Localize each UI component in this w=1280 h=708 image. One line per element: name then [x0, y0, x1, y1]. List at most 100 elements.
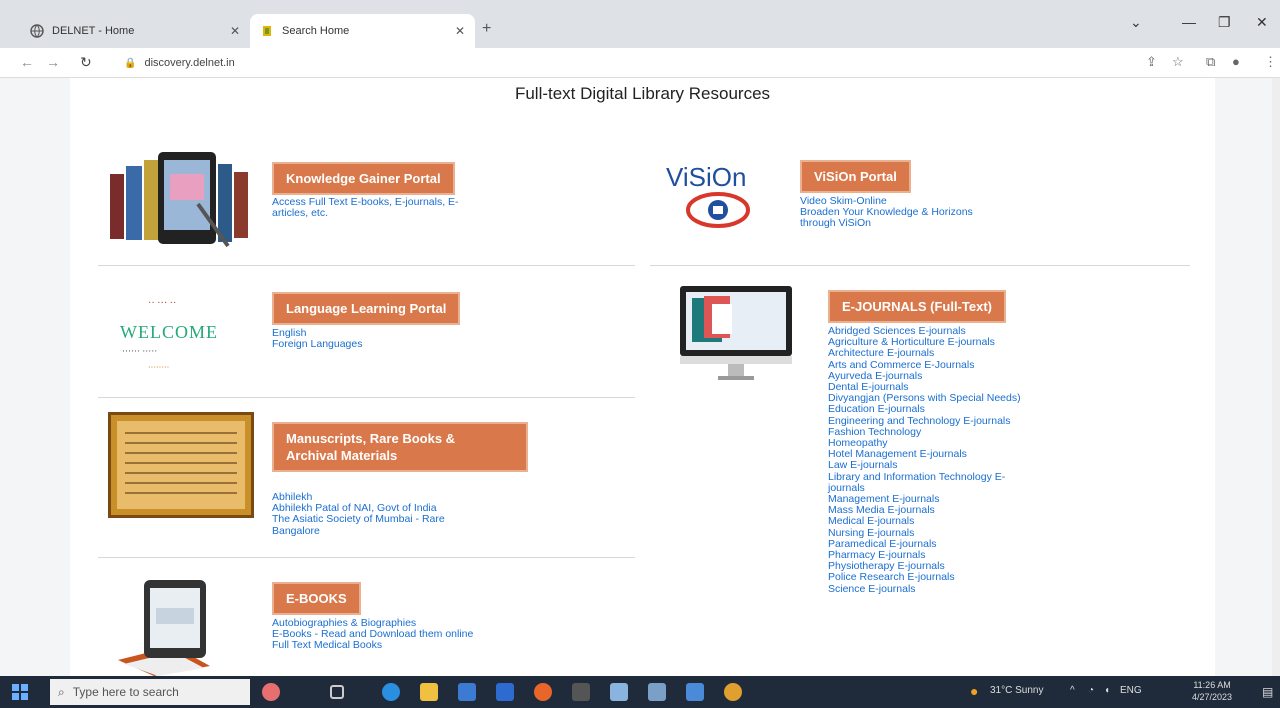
vision-logo-image: ViSiOn	[660, 152, 772, 230]
lock-icon: 🔒	[124, 57, 137, 69]
ejournals-card: E-JOURNALS (Full-Text) Abridged Sciences…	[650, 268, 1190, 676]
link[interactable]: Full Text Medical Books	[272, 640, 473, 651]
language-learning-portal-button[interactable]: Language Learning Portal	[272, 292, 461, 325]
manuscript-image	[108, 412, 254, 518]
weather-text[interactable]: 31°C Sunny	[990, 685, 1043, 696]
page-title: Full-text Digital Library Resources	[514, 84, 771, 103]
notifications-icon[interactable]: ▤	[1262, 685, 1273, 699]
date-text: 4/27/2023	[1192, 692, 1233, 702]
link[interactable]: Law E-journals	[828, 460, 1021, 471]
ebooks-links: Autobiographies & Biographies E-Books - …	[272, 617, 473, 652]
search-placeholder: Type here to search	[72, 685, 179, 699]
language-links: English Foreign Languages	[272, 327, 363, 350]
page-viewport: Full-text Digital Library Resources Know…	[0, 78, 1280, 676]
ejournals-full-text-button[interactable]: E-JOURNALS (Full-Text)	[828, 290, 1006, 323]
badge-line: Manuscripts, Rare Books &	[286, 431, 456, 446]
tab-title: Search Home	[282, 25, 350, 37]
svg-text:········: ········	[148, 363, 169, 372]
ebooks-button[interactable]: E-BOOKS	[272, 582, 361, 615]
close-window-button[interactable]: ✕	[1256, 14, 1268, 31]
app-icon[interactable]	[610, 683, 628, 701]
firefox-icon[interactable]	[534, 683, 552, 701]
close-tab-icon[interactable]: ✕	[455, 24, 465, 38]
link[interactable]: Police Research E-journals	[828, 572, 1021, 583]
browser-tab-delnet[interactable]: DELNET - Home ✕	[20, 14, 250, 48]
news-widget-icon[interactable]	[262, 683, 280, 701]
ebook-device-image	[114, 576, 240, 676]
link[interactable]: Foreign Languages	[272, 338, 363, 350]
main-content: Full-text Digital Library Resources Know…	[70, 78, 1215, 676]
windows-start-icon[interactable]	[12, 684, 28, 700]
link[interactable]: Bangalore	[272, 525, 445, 537]
profile-icon[interactable]: ●	[1232, 54, 1240, 69]
task-view-icon[interactable]	[330, 685, 344, 699]
minimize-button[interactable]: —	[1182, 14, 1196, 30]
svg-text:·· ··· ··: ·· ··· ··	[148, 298, 176, 309]
svg-text:······ ·····: ······ ·····	[122, 346, 157, 356]
windows-taskbar: ⌕ Type here to search ● 31°C Sunny ^ ◔ ◖…	[0, 676, 1280, 708]
link[interactable]: articles, etc.	[272, 207, 459, 219]
taskbar-search-input[interactable]: ⌕ Type here to search	[50, 679, 250, 705]
url-text: discovery.delnet.in	[144, 57, 235, 69]
ebook-reader-image	[108, 144, 253, 252]
welcome-languages-image: ·· ··· ·· WELCOME ······ ····· ········	[118, 294, 248, 384]
tab-search-icon[interactable]: ⌄	[1130, 14, 1142, 31]
link[interactable]: Science E-journals	[828, 583, 1021, 595]
app-icon[interactable]	[686, 683, 704, 701]
knowledge-links: Access Full Text E-books, E-journals, E-…	[272, 196, 459, 219]
vision-card: ViSiOn ViSiOn Portal Video Skim-Online B…	[650, 138, 1190, 266]
star-icon[interactable]: ☆	[1172, 54, 1184, 70]
volume-icon[interactable]: ◖	[1104, 685, 1110, 696]
menu-icon[interactable]: ⋮	[1264, 54, 1277, 70]
ebooks-card: E-BOOKS Autobiographies & Biographies E-…	[98, 560, 635, 676]
welcome-text: WELCOME	[120, 322, 218, 342]
knowledge-gainer-portal-button[interactable]: Knowledge Gainer Portal	[272, 162, 455, 195]
badge-line: Archival Materials	[286, 448, 398, 463]
app-icon[interactable]	[648, 683, 666, 701]
link[interactable]: Architecture E-journals	[828, 348, 1021, 359]
time-text: 11:26 AM	[1193, 680, 1231, 690]
url-input[interactable]: 🔒 discovery.delnet.in	[110, 52, 1120, 74]
maximize-button[interactable]: ❐	[1218, 14, 1231, 31]
link[interactable]: The Asiatic Society of Mumbai - Rare	[272, 514, 445, 525]
link[interactable]: through ViSiOn	[800, 218, 973, 229]
mail-icon[interactable]	[496, 683, 514, 701]
tab-title: DELNET - Home	[52, 25, 135, 37]
search-icon: ⌕	[58, 684, 65, 699]
vision-portal-button[interactable]: ViSiOn Portal	[800, 160, 911, 193]
new-tab-button[interactable]: +	[482, 20, 491, 38]
clock[interactable]: 11:26 AM 4/27/2023	[1192, 679, 1232, 703]
forward-icon[interactable]: →	[46, 54, 60, 70]
address-bar: ← → ↻ 🔒 discovery.delnet.in ⇪ ☆ ⧉ ● ⋮	[0, 48, 1280, 78]
language-learning-card: ·· ··· ·· WELCOME ······ ····· ········ …	[98, 268, 635, 398]
close-tab-icon[interactable]: ✕	[230, 24, 240, 38]
vision-links: Video Skim-Online Broaden Your Knowledge…	[800, 195, 973, 230]
tray-chevron-icon[interactable]: ^	[1070, 685, 1075, 696]
link[interactable]: Medical E-journals	[828, 516, 1021, 527]
language-icon[interactable]: ENG	[1120, 685, 1142, 696]
share-icon[interactable]: ⇪	[1146, 54, 1157, 70]
edge-icon[interactable]	[382, 683, 400, 701]
terminal-icon[interactable]	[572, 683, 590, 701]
manuscripts-card: Manuscripts, Rare Books & Archival Mater…	[98, 400, 635, 558]
reload-icon[interactable]: ↻	[80, 54, 92, 71]
store-icon[interactable]	[458, 683, 476, 701]
browser-tab-search[interactable]: Search Home ✕	[250, 14, 475, 48]
computer-monitor-image	[678, 284, 796, 384]
link[interactable]: Education E-journals	[828, 404, 1021, 415]
bookmark-icon	[260, 24, 274, 38]
network-icon[interactable]: ◔	[1088, 685, 1094, 696]
page-scrollbar[interactable]	[1272, 78, 1280, 676]
weather-icon: ●	[970, 683, 979, 699]
back-icon[interactable]: ←	[20, 54, 34, 70]
manuscripts-rare-books-button[interactable]: Manuscripts, Rare Books & Archival Mater…	[272, 422, 528, 472]
vision-logo-text: ViSiOn	[666, 162, 746, 192]
browser-tabbar: DELNET - Home ✕ Search Home ✕ + ⌄ — ❐ ✕	[0, 0, 1280, 48]
chrome-icon[interactable]	[724, 683, 742, 701]
manuscripts-links: Abhilekh Abhilekh Patal of NAI, Govt of …	[272, 491, 445, 537]
ejournals-links: Abridged Sciences E-journals Agriculture…	[828, 325, 1021, 595]
file-explorer-icon[interactable]	[420, 683, 438, 701]
extensions-icon[interactable]: ⧉	[1206, 54, 1215, 70]
knowledge-gainer-card: Knowledge Gainer Portal Access Full Text…	[98, 138, 635, 266]
globe-icon	[30, 24, 44, 38]
